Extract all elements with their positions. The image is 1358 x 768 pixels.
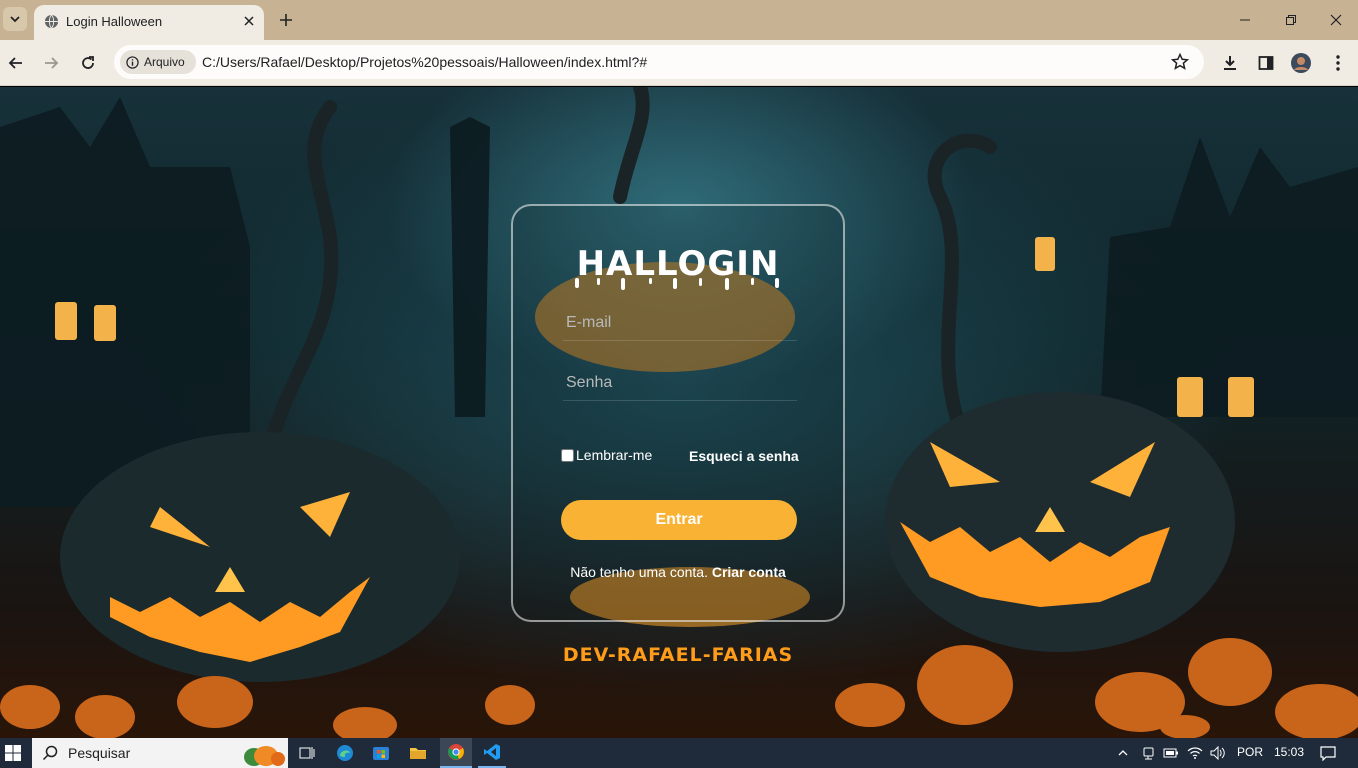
login-card: HALLOGIN Lembrar-me Esqueci a senha Entr… [511, 204, 845, 622]
avatar [1291, 53, 1311, 73]
remember-label: Lembrar-me [576, 447, 653, 463]
vscode-taskbar-button[interactable] [478, 738, 506, 768]
windows-logo-icon [5, 745, 21, 761]
bookmark-star-icon[interactable] [1170, 52, 1190, 72]
globe-icon [44, 14, 59, 29]
profile-button[interactable] [1290, 52, 1312, 74]
vscode-icon [484, 744, 500, 760]
url-text[interactable]: C:/Users/Rafael/Desktop/Projetos%20pesso… [202, 54, 647, 70]
arrow-right-icon [45, 57, 59, 69]
reload-button[interactable] [77, 52, 99, 74]
side-panel-button[interactable] [1255, 52, 1277, 74]
store-taskbar-button[interactable] [370, 738, 392, 768]
notifications-button[interactable] [1316, 738, 1340, 768]
login-button[interactable]: Entrar [561, 500, 797, 540]
signup-text: Não tenho uma conta. [570, 564, 708, 580]
edge-taskbar-button[interactable] [334, 738, 356, 768]
windows-taskbar: Pesquisar POR 15:03 [0, 738, 1358, 768]
webcam-icon [1143, 747, 1154, 760]
password-field[interactable] [563, 365, 797, 401]
tab-login-halloween[interactable]: Login Halloween [34, 5, 264, 40]
pumpkin-search-highlight-icon [244, 746, 285, 766]
language-indicator[interactable]: POR [1237, 745, 1263, 759]
create-account-link[interactable]: Criar conta [712, 564, 786, 580]
search-icon [42, 745, 58, 761]
network-indicator[interactable] [1186, 738, 1204, 768]
remember-checkbox[interactable] [561, 448, 574, 462]
tab-title: Login Halloween [66, 14, 163, 29]
security-chip-label: Arquivo [144, 55, 185, 69]
notification-icon [1320, 746, 1336, 761]
browser-tab-strip: Login Halloween [0, 0, 1358, 40]
remember-me[interactable]: Lembrar-me [561, 447, 652, 463]
signup-prompt: Não tenho uma conta. Criar conta [513, 564, 843, 580]
reload-icon [82, 56, 94, 69]
email-field[interactable] [563, 305, 797, 341]
more-vertical-icon [1336, 55, 1340, 71]
address-bar[interactable]: Arquivo C:/Users/Rafael/Desktop/Projetos… [114, 45, 1204, 79]
download-icon [1224, 56, 1236, 70]
edge-icon [337, 745, 353, 761]
battery-indicator[interactable] [1162, 738, 1180, 768]
side-panel-icon [1258, 56, 1274, 70]
chrome-taskbar-button[interactable] [440, 738, 472, 768]
minimize-button[interactable] [1235, 10, 1255, 30]
show-hidden-icons-button[interactable] [1114, 738, 1132, 768]
site-info-chip[interactable]: Arquivo [120, 50, 196, 74]
volume-indicator[interactable] [1209, 738, 1227, 768]
back-button[interactable] [5, 52, 27, 74]
minimize-icon [1240, 19, 1250, 21]
close-icon [1330, 14, 1342, 26]
restore-button[interactable] [1281, 10, 1301, 30]
task-view-button[interactable] [296, 738, 318, 768]
file-explorer-taskbar-button[interactable] [406, 738, 430, 768]
chevron-up-icon [1118, 750, 1128, 756]
speaker-icon [1210, 746, 1225, 760]
task-view-icon [299, 747, 315, 759]
taskbar-search-placeholder: Pesquisar [68, 745, 131, 761]
page-viewport: HALLOGIN Lembrar-me Esqueci a senha Entr… [0, 87, 1358, 738]
browser-toolbar: Arquivo C:/Users/Rafael/Desktop/Projetos… [0, 40, 1358, 86]
info-icon [126, 55, 139, 69]
close-icon [244, 16, 254, 26]
tab-search-button[interactable] [3, 7, 27, 31]
meet-now-button[interactable] [1140, 738, 1158, 768]
clock[interactable]: 15:03 [1274, 745, 1304, 759]
battery-icon [1163, 748, 1178, 758]
drip-decoration [575, 278, 779, 290]
arrow-left-icon [8, 57, 22, 69]
browser-menu-button[interactable] [1327, 52, 1349, 74]
downloads-button[interactable] [1219, 52, 1241, 74]
close-window-button[interactable] [1326, 10, 1346, 30]
taskbar-search[interactable]: Pesquisar [32, 738, 288, 768]
chevron-down-icon [10, 16, 20, 23]
new-tab-button[interactable] [276, 10, 296, 30]
tab-close-button[interactable] [240, 12, 258, 30]
folder-icon [410, 748, 426, 759]
forgot-password-link[interactable]: Esqueci a senha [689, 448, 799, 464]
forward-button[interactable] [40, 52, 62, 74]
start-button[interactable] [0, 738, 26, 768]
wifi-icon [1187, 747, 1203, 759]
plus-icon [280, 14, 292, 26]
developer-credit: DEV-RAFAEL-FARIAS [562, 644, 794, 666]
chrome-icon [448, 744, 464, 760]
store-icon [373, 747, 389, 760]
restore-icon [1286, 15, 1296, 25]
